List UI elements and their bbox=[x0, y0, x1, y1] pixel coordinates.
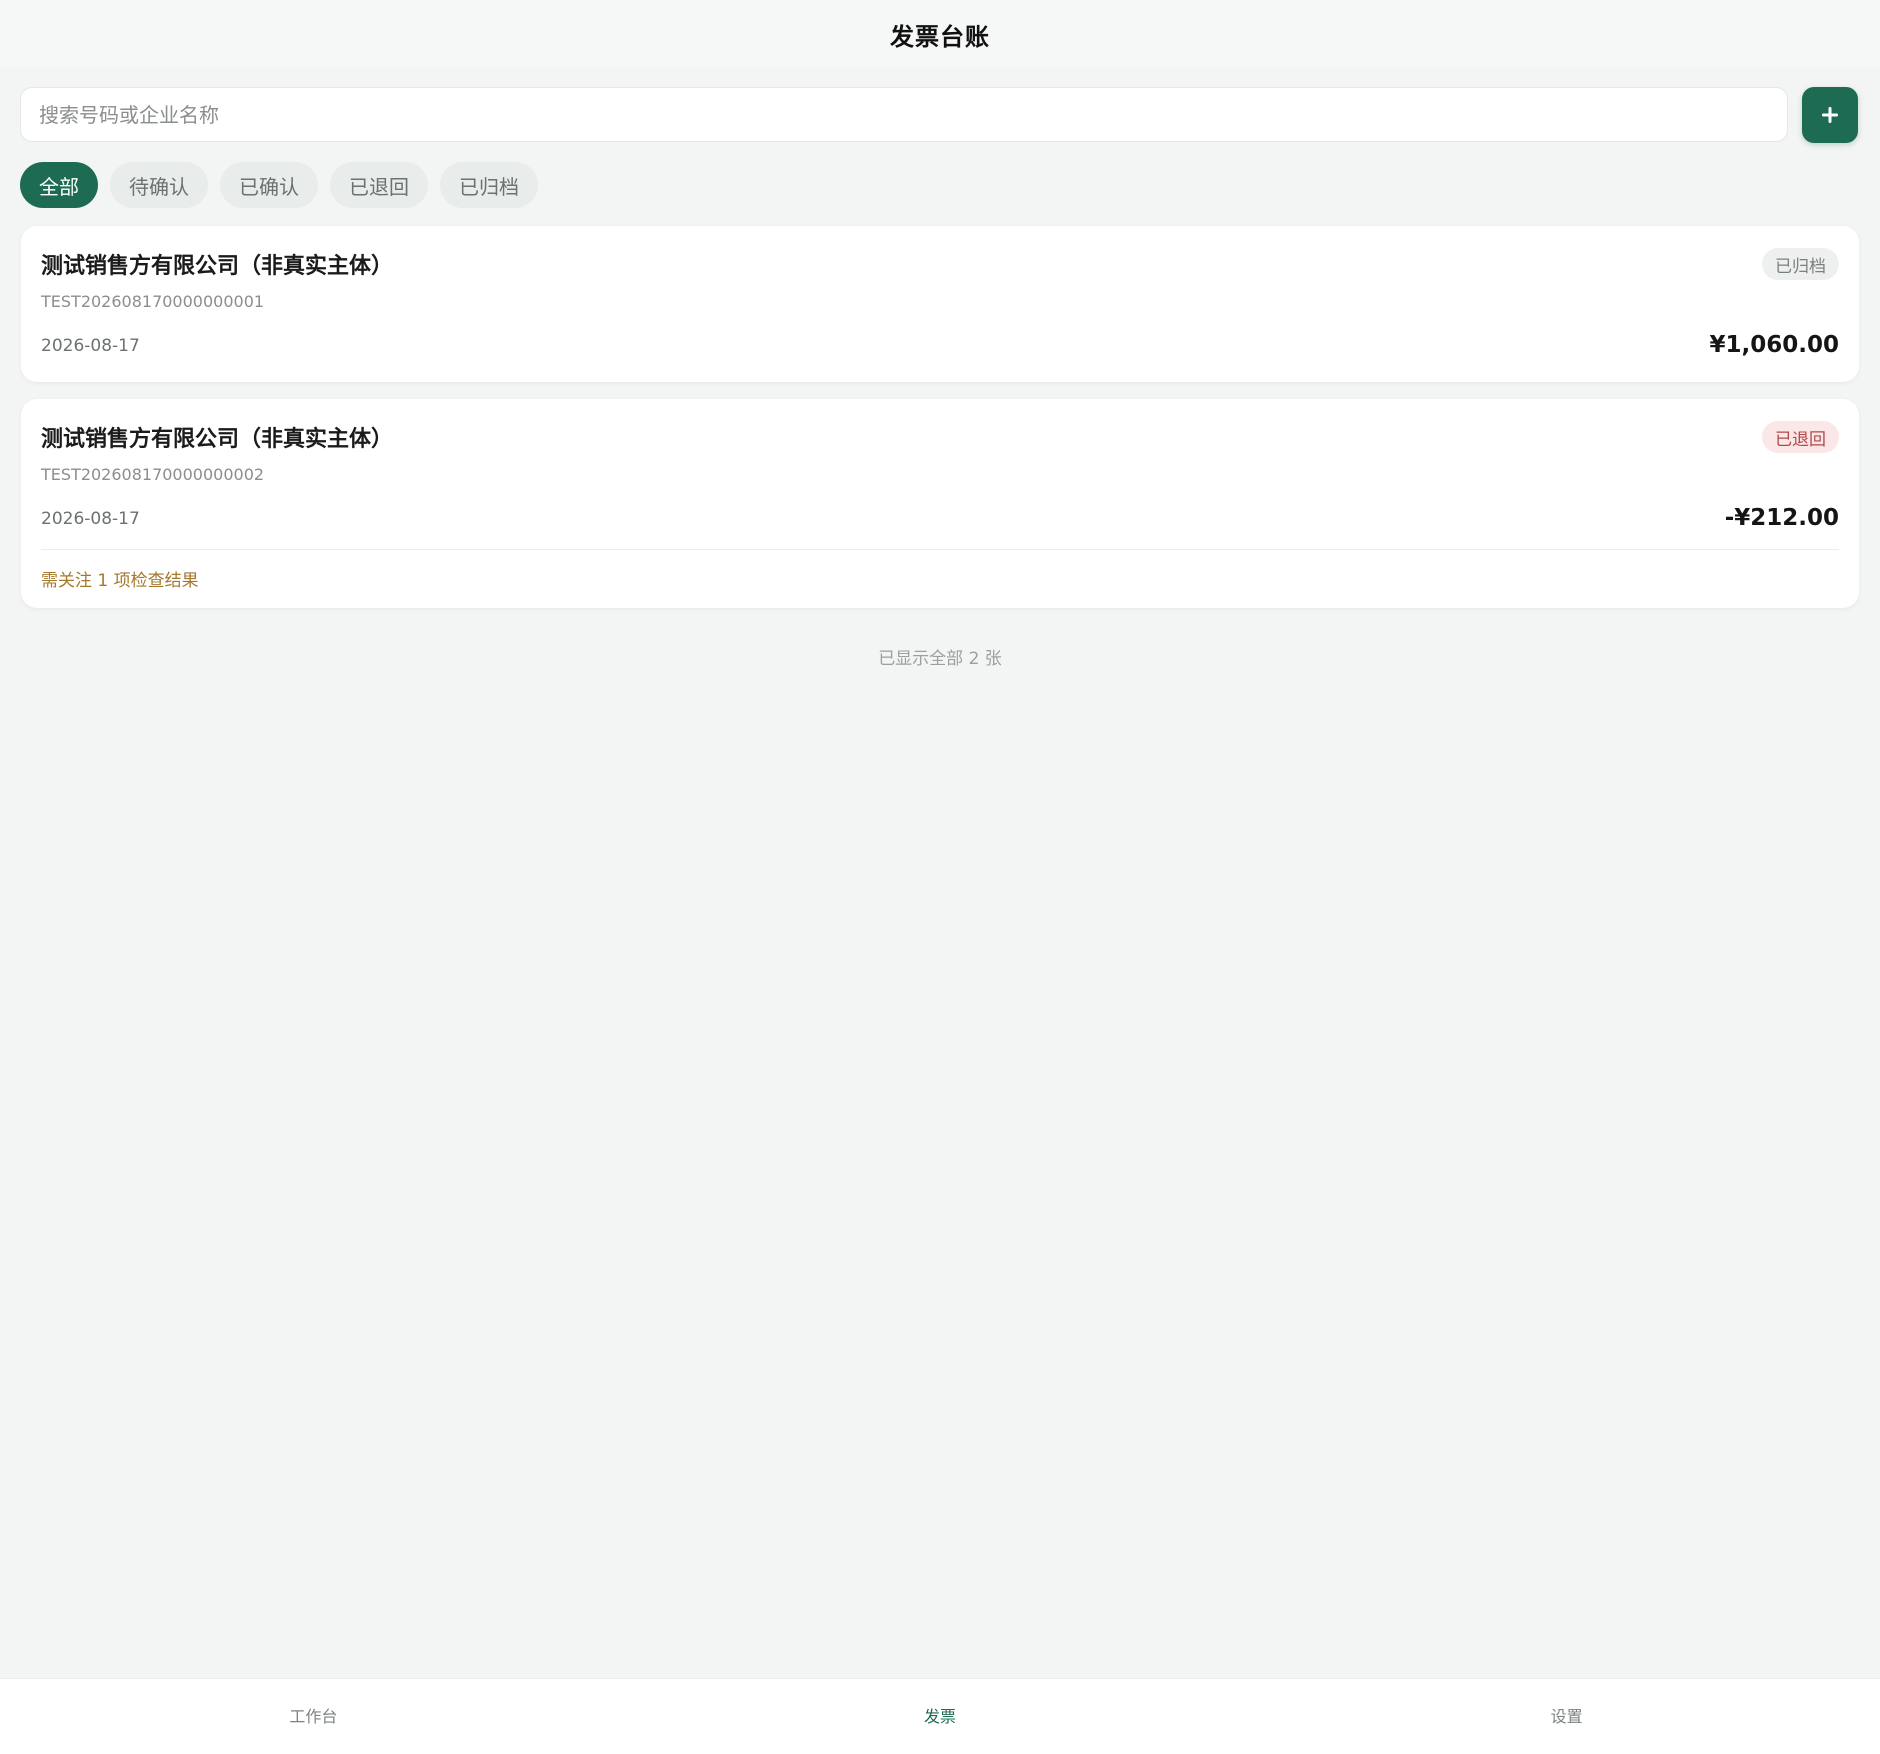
status-filter-tabs: 全部 待确认 已确认 已退回 已归档 bbox=[20, 162, 538, 208]
plus-icon bbox=[1822, 107, 1838, 123]
nav-settings[interactable]: 设置 bbox=[1253, 1679, 1880, 1754]
invoice-card[interactable]: 测试销售方有限公司（非真实主体） 已退回 TEST202608170000000… bbox=[21, 399, 1859, 608]
search-input[interactable] bbox=[21, 88, 1787, 141]
add-invoice-button[interactable] bbox=[1802, 87, 1858, 143]
search-box[interactable] bbox=[20, 87, 1788, 142]
filter-confirmed[interactable]: 已确认 bbox=[220, 162, 318, 208]
filter-pending[interactable]: 待确认 bbox=[110, 162, 208, 208]
seller-name: 测试销售方有限公司（非真实主体） bbox=[41, 427, 394, 452]
seller-name: 测试销售方有限公司（非真实主体） bbox=[41, 254, 394, 279]
invoice-amount: ¥1,060.00 bbox=[1709, 332, 1840, 358]
nav-invoices[interactable]: 发票 bbox=[627, 1679, 1254, 1754]
status-badge: 已退回 bbox=[1762, 421, 1839, 453]
invoice-date: 2026-08-17 bbox=[41, 509, 140, 529]
top-header: 发票台账 bbox=[0, 0, 1880, 68]
filter-archived[interactable]: 已归档 bbox=[440, 162, 538, 208]
filter-all[interactable]: 全部 bbox=[20, 162, 98, 208]
page-title: 发票台账 bbox=[890, 22, 990, 51]
bottom-nav: 工作台 发票 设置 bbox=[0, 1678, 1880, 1754]
invoice-date: 2026-08-17 bbox=[41, 336, 140, 356]
card-divider bbox=[41, 549, 1839, 550]
invoice-card[interactable]: 测试销售方有限公司（非真实主体） 已归档 TEST202608170000000… bbox=[21, 226, 1859, 382]
invoice-amount: -¥212.00 bbox=[1724, 505, 1839, 531]
filter-returned[interactable]: 已退回 bbox=[330, 162, 428, 208]
attention-notice: 需关注 1 项检查结果 bbox=[41, 571, 199, 591]
invoice-number: TEST202608170000000001 bbox=[41, 292, 265, 311]
invoice-number: TEST202608170000000002 bbox=[41, 465, 265, 484]
search-row bbox=[20, 87, 1860, 144]
list-end-note: 已显示全部 2 张 bbox=[878, 649, 1002, 669]
nav-workbench[interactable]: 工作台 bbox=[0, 1679, 627, 1754]
status-badge: 已归档 bbox=[1762, 248, 1839, 280]
